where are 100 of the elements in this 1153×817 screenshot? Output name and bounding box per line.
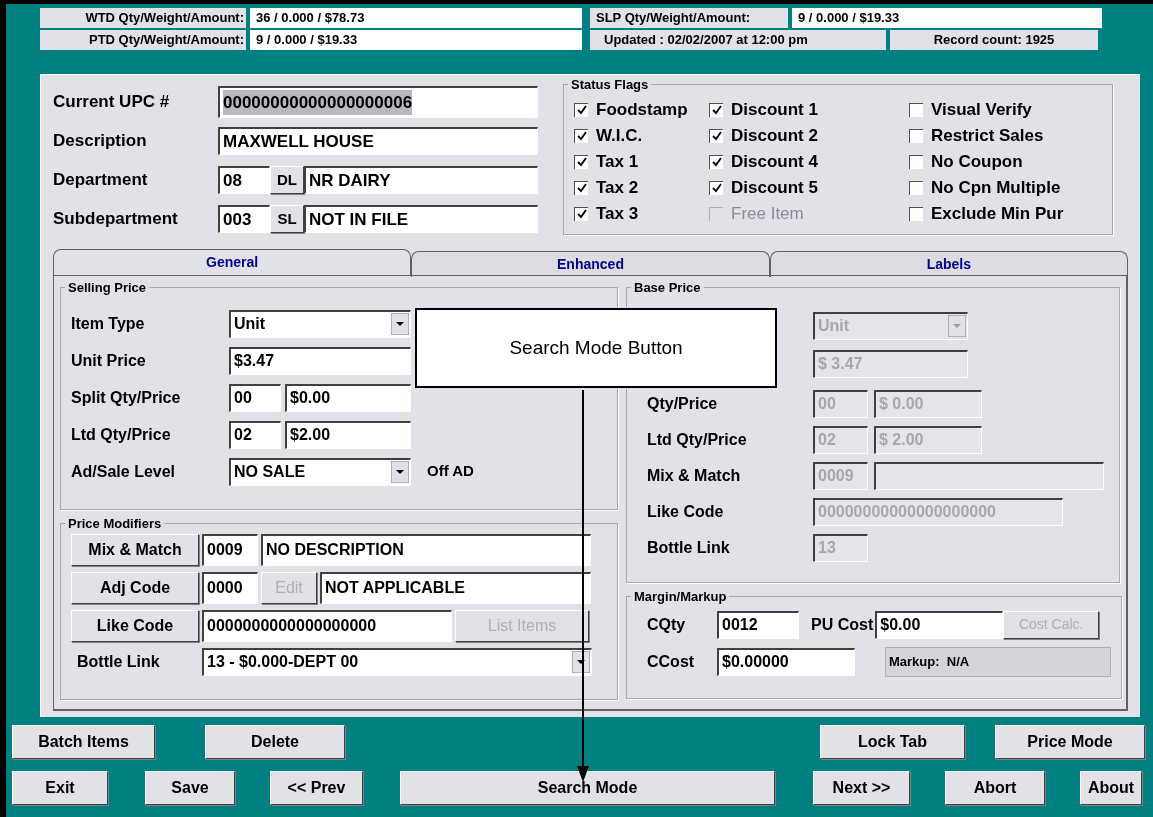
checkbox[interactable] (909, 154, 923, 169)
checkbox[interactable] (909, 102, 923, 117)
group-title: Margin/Markup (633, 588, 728, 606)
tab[interactable]: Enhanced (411, 251, 770, 277)
callout-box: Search Mode Button (415, 308, 777, 388)
field-label: Unit Price (71, 350, 147, 371)
field-label: Ltd Qty/Price (71, 424, 172, 445)
dropdown[interactable]: NO SALE (229, 457, 411, 486)
checkbox[interactable] (709, 102, 723, 117)
lookup-button[interactable]: SL (270, 205, 304, 233)
input-field[interactable]: 08 (218, 166, 270, 194)
field-label: Subdepartment (53, 208, 179, 231)
checkbox[interactable] (709, 154, 723, 169)
button[interactable]: Mix & Match (71, 533, 199, 566)
checkmark-icon (576, 157, 587, 167)
field-label: Item Type (71, 313, 146, 334)
description-field[interactable]: NOT APPLICABLE (320, 571, 591, 604)
checkbox-label: Discount 5 (731, 176, 818, 199)
input-field[interactable]: $0.00 (285, 383, 411, 412)
field-label: CCost (646, 651, 696, 672)
checkbox[interactable] (574, 154, 588, 169)
button[interactable]: Next >> (813, 771, 910, 805)
button[interactable]: Save (145, 771, 235, 805)
input-field[interactable]: $3.47 (229, 346, 411, 375)
totals-label: WTD Qty/Weight/Amount: (40, 8, 246, 28)
button[interactable]: Like Code (71, 609, 199, 642)
checkmark-icon (711, 131, 722, 141)
checkmark-icon (576, 183, 587, 193)
input-field[interactable]: 0012 (717, 610, 799, 639)
input-field[interactable]: $0.00000 (717, 647, 855, 676)
checkbox[interactable] (574, 180, 588, 195)
input-field[interactable]: NR DAIRY (304, 166, 538, 194)
input-field[interactable]: MAXWELL HOUSE (218, 127, 538, 155)
tab[interactable]: General (53, 249, 412, 275)
checkbox[interactable] (574, 102, 588, 117)
tab[interactable]: Labels (769, 251, 1128, 277)
input-field[interactable]: 00 (229, 383, 281, 412)
markup-readout: Markup: N/A (885, 646, 1111, 677)
checkbox-label: Tax 2 (596, 176, 639, 199)
field-label: Qty/Price (646, 393, 719, 414)
checkmark-icon (711, 183, 722, 193)
input-field[interactable]: 0000000000000000000 (202, 609, 452, 642)
button[interactable]: Abort (945, 771, 1045, 805)
input-field[interactable]: $2.00 (285, 420, 411, 449)
checkbox[interactable] (909, 128, 923, 143)
input-field[interactable]: 02 (229, 420, 281, 449)
field-label: Split Qty/Price (71, 387, 182, 408)
checkbox-label: Foodstamp (596, 98, 688, 121)
group-title: Status Flags (570, 76, 650, 94)
button[interactable]: Batch Items (12, 725, 155, 759)
sale-note: Off AD (427, 461, 474, 482)
field-label: Ad/Sale Level (71, 461, 177, 482)
input-field[interactable]: 003 (218, 205, 270, 233)
checkbox-label: Restrict Sales (931, 124, 1044, 147)
checkbox-label: Tax 3 (596, 202, 639, 225)
checkbox-label: W.I.C. (596, 124, 643, 147)
checkmark-icon (711, 105, 722, 115)
checkbox[interactable] (909, 180, 923, 195)
checkbox[interactable] (574, 206, 588, 221)
dropdown[interactable]: Unit (229, 309, 411, 338)
field-label: Bottle Link (646, 537, 731, 558)
field-label: Mix & Match (646, 465, 742, 486)
input-field[interactable]: 0009 (202, 533, 258, 566)
button[interactable]: Exit (12, 771, 108, 805)
checkbox-label: No Coupon (931, 150, 1023, 173)
button[interactable]: Adj Code (71, 571, 199, 604)
checkbox[interactable] (709, 128, 723, 143)
totals-value: 9 / 0.000 / $19.33 (250, 30, 582, 50)
checkbox-label: Discount 4 (731, 150, 818, 173)
field-label: Ltd Qty/Price (646, 429, 748, 450)
caret-icon (391, 461, 409, 483)
button[interactable]: << Prev (270, 771, 363, 805)
checkbox-label: Free Item (731, 202, 804, 225)
button[interactable]: About (1080, 771, 1142, 805)
button[interactable]: Search Mode (400, 771, 775, 805)
field-label: Bottle Link (76, 651, 161, 672)
checkmark-icon (576, 105, 587, 115)
group-title: Selling Price (67, 279, 148, 297)
checkbox-label: No Cpn Multiple (931, 176, 1061, 199)
field-label: Current UPC # (53, 91, 171, 114)
field-label: Description (53, 130, 148, 153)
button[interactable]: Price Mode (995, 725, 1145, 759)
cost-field[interactable]: $0.00 (875, 610, 1004, 639)
input-field[interactable]: 00000000000000000006 (218, 86, 538, 118)
checkbox[interactable] (574, 128, 588, 143)
field-label: CQty (646, 614, 687, 635)
input-field[interactable]: NOT IN FILE (304, 205, 538, 233)
input-field[interactable]: 0000 (202, 571, 258, 604)
lookup-button[interactable]: DL (270, 166, 304, 194)
dropdown[interactable]: 13 - $0.000-DEPT 00 (202, 647, 592, 676)
caret-icon (391, 313, 409, 335)
button[interactable]: Lock Tab (820, 725, 965, 759)
button[interactable]: Delete (205, 725, 345, 759)
checkmark-icon (576, 209, 587, 219)
checkbox[interactable] (709, 180, 723, 195)
caret-icon (948, 315, 966, 337)
checkbox[interactable] (909, 206, 923, 221)
totals-value: 9 / 0.000 / $19.33 (792, 8, 1102, 28)
field-label: Department (53, 169, 149, 192)
input-field[interactable]: NO DESCRIPTION (261, 533, 591, 566)
